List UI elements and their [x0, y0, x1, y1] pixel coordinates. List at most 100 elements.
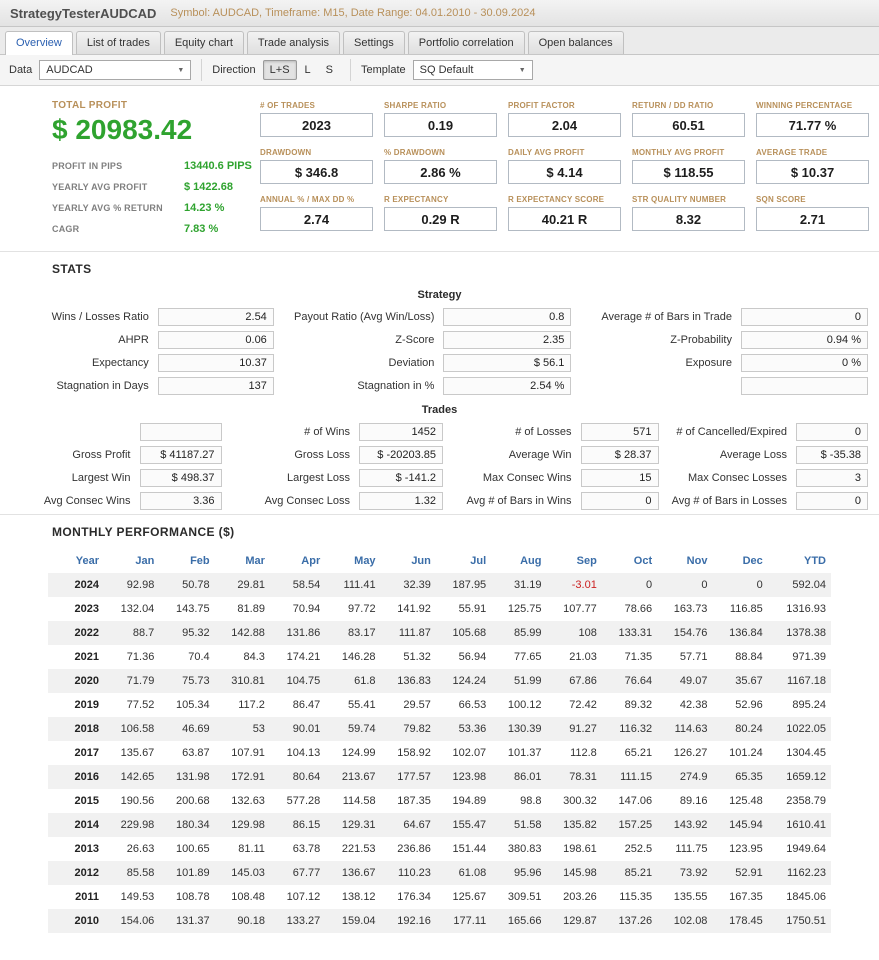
summary-metric-label: YEARLY AVG % RETURN — [52, 203, 163, 213]
stat-box: DAILY AVG PROFIT $ 4.14 — [508, 148, 621, 184]
direction-s-button[interactable]: S — [319, 60, 340, 80]
stat-label: AVERAGE TRADE — [756, 148, 828, 157]
monthly-cell: 213.67 — [341, 771, 376, 783]
stat-row-value: 0 — [580, 492, 659, 510]
stat-box: RETURN / DD RATIO 60.51 — [632, 101, 745, 137]
monthly-cell: 51.32 — [403, 651, 431, 663]
monthly-cell: 95.32 — [182, 627, 210, 639]
monthly-cell: 32.39 — [403, 579, 431, 591]
stat-row-value: $ -141.2 — [359, 469, 443, 487]
stat-row-value: 0 — [741, 308, 868, 326]
tab-portfolio-correlation[interactable]: Portfolio correlation — [407, 31, 525, 54]
monthly-cell: 187.35 — [397, 795, 431, 807]
column-header-mar: Mar — [245, 555, 265, 567]
monthly-cell: 132.63 — [231, 795, 265, 807]
table-header-row: Year Jan Feb Mar Apr May Jun Jul Aug Sep Oct Nov Dec… — [48, 548, 831, 573]
monthly-cell: 130.39 — [507, 723, 542, 735]
monthly-cell: 136.67 — [341, 867, 376, 879]
monthly-cell: 577.28 — [286, 795, 321, 807]
table-row: 2013 26.63 100.65 81.11 63.78 221.53 236.86 151… — [48, 837, 831, 861]
tab-open-balances[interactable]: Open balances — [527, 31, 624, 54]
year-cell: 2017 — [74, 747, 99, 759]
overview-panel: TOTAL PROFIT $ 20983.42 PROFIT IN PIPS 13… — [0, 86, 879, 933]
table-row: 2022 88.7 95.32 142.88 131.86 83.17 111.87 105.… — [48, 621, 831, 645]
monthly-cell: 198.61 — [563, 843, 597, 855]
monthly-cell: 67.86 — [569, 675, 597, 687]
direction-label: Direction — [212, 64, 256, 76]
stat-value: 2.74 — [260, 207, 373, 231]
stat-row-value — [139, 423, 222, 441]
column-header-apr: Apr — [301, 555, 321, 567]
monthly-cell: 85.99 — [513, 627, 542, 639]
monthly-cell: 81.89 — [237, 603, 265, 615]
monthly-cell: 129.31 — [341, 819, 376, 831]
stat-row-label: Largest Loss — [287, 472, 350, 484]
monthly-cell: 101.37 — [507, 747, 542, 759]
trades-stats-grid: # of Wins 1452 # of Losses 571 # of Cancelle… — [0, 423, 879, 510]
data-select[interactable]: AUDCAD ▼ — [39, 60, 192, 80]
tab-trade-analysis[interactable]: Trade analysis — [246, 31, 341, 54]
monthly-cell: 146.28 — [341, 651, 376, 663]
monthly-cell: 55.41 — [348, 699, 376, 711]
monthly-cell: 108 — [578, 627, 597, 639]
toolbar-separator — [201, 59, 203, 81]
monthly-cell: 1316.93 — [786, 603, 826, 615]
table-row: 2021 71.36 70.4 84.3 174.21 146.28 51.32 56.94 7… — [48, 645, 831, 669]
monthly-cell: 110.23 — [398, 867, 431, 879]
monthly-cell: 78.66 — [624, 603, 653, 615]
stat-row-value: 0.94 % — [741, 331, 868, 349]
monthly-cell: 105.34 — [175, 699, 210, 711]
monthly-cell: 100.65 — [175, 843, 210, 855]
monthly-cell: 102.08 — [673, 915, 708, 927]
monthly-cell: 133.27 — [286, 915, 321, 927]
monthly-cell: 176.34 — [397, 891, 431, 903]
table-row: 2010 154.06 131.37 90.18 133.27 159.04 192.16 1… — [48, 909, 831, 933]
column-header-sep: Sep — [576, 555, 597, 567]
stat-row-value: $ -35.38 — [796, 446, 868, 464]
monthly-cell: 0 — [756, 579, 763, 591]
direction-l-s-button[interactable]: L+S — [262, 60, 297, 80]
monthly-cell: 129.87 — [563, 915, 597, 927]
template-select[interactable]: SQ Default ▼ — [412, 60, 533, 80]
table-row: 2020 71.79 75.73 310.81 104.75 61.8 136.83 124.… — [48, 669, 831, 693]
stat-row-label: Average Loss — [719, 449, 787, 461]
stat-row-label: Max Consec Losses — [687, 472, 787, 484]
stat-box: DRAWDOWN $ 346.8 — [260, 148, 373, 184]
monthly-cell: 145.94 — [729, 819, 763, 831]
tab-list-of-trades[interactable]: List of trades — [75, 31, 161, 54]
tab-overview[interactable]: Overview — [5, 31, 73, 55]
monthly-cell: 125.75 — [507, 603, 542, 615]
direction-l-button[interactable]: L — [298, 60, 318, 80]
stat-row-label: Gross Loss — [294, 449, 350, 461]
stat-value: 2.04 — [508, 113, 621, 137]
monthly-cell: 190.56 — [120, 795, 155, 807]
monthly-cell: 138.12 — [341, 891, 376, 903]
monthly-cell: 129.98 — [231, 819, 265, 831]
monthly-cell: 114.58 — [342, 795, 376, 807]
tab-settings[interactable]: Settings — [343, 31, 405, 54]
monthly-cell: 46.69 — [182, 723, 210, 735]
stat-value: 2023 — [260, 113, 373, 137]
summary-metric-value: 7.83 % — [184, 223, 219, 235]
monthly-cell: 145.03 — [231, 867, 265, 879]
stat-label: MONTHLY AVG PROFIT — [632, 148, 725, 157]
stat-row-label: Stagnation in Days — [56, 380, 149, 392]
monthly-cell: 309.51 — [507, 891, 542, 903]
monthly-cell: 132.04 — [120, 603, 155, 615]
tab-equity-chart[interactable]: Equity chart — [163, 31, 244, 54]
monthly-cell: 131.98 — [175, 771, 210, 783]
monthly-cell: 85.58 — [126, 867, 155, 879]
year-cell: 2012 — [74, 867, 99, 879]
stat-row-label: Max Consec Wins — [482, 472, 572, 484]
year-cell: 2020 — [74, 675, 99, 687]
stat-box: AVERAGE TRADE $ 10.37 — [756, 148, 869, 184]
stat-label: ANNUAL % / MAX DD % — [260, 195, 355, 204]
toolbar: Data AUDCAD ▼ Direction L+S L S Template S… — [0, 55, 879, 86]
stat-value: $ 118.55 — [632, 160, 745, 184]
monthly-cell: 111.75 — [675, 843, 708, 855]
monthly-cell: 136.83 — [397, 675, 431, 687]
stat-row-label: Average Win — [508, 449, 572, 461]
monthly-cell: 1659.12 — [786, 771, 826, 783]
monthly-cell: 81.11 — [238, 843, 265, 855]
monthly-cell: 114.63 — [674, 723, 708, 735]
